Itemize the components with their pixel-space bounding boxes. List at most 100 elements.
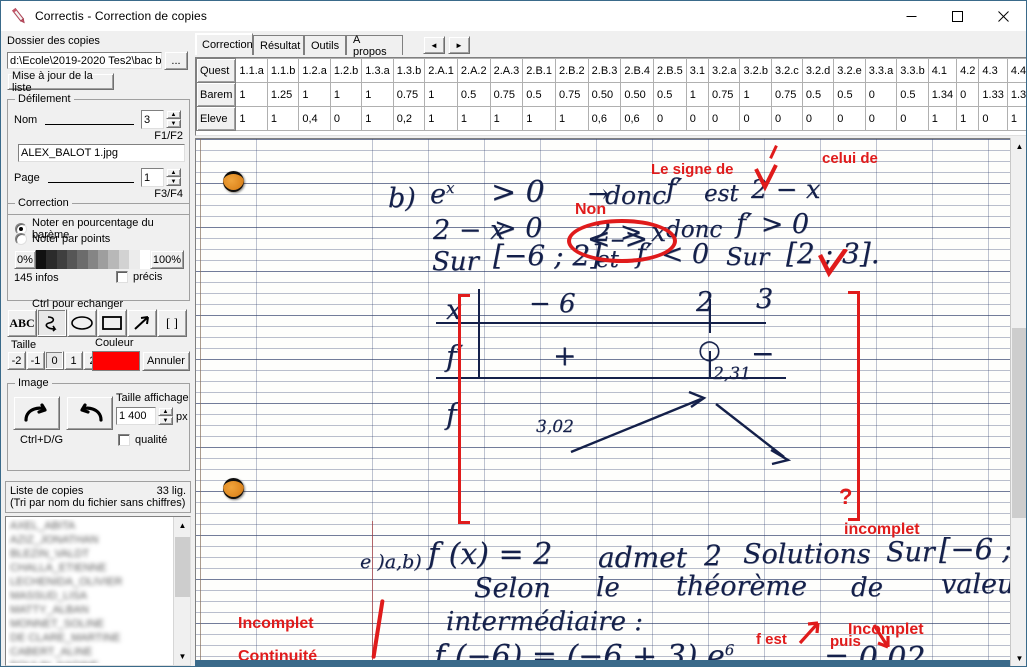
copies-list-item[interactable]: MASSUD_LISA bbox=[8, 589, 172, 603]
grid-cell[interactable]: 0 bbox=[896, 106, 929, 131]
image-scroll-thumb[interactable] bbox=[1012, 328, 1026, 518]
page-spin-up[interactable]: ▲ bbox=[166, 168, 181, 177]
copies-list-item[interactable]: MONNET_SOLINE bbox=[8, 617, 172, 631]
tab-next-button[interactable]: ► bbox=[448, 36, 470, 54]
cancel-button[interactable]: Annuler bbox=[142, 351, 190, 371]
grid-cell[interactable]: 3.2.c bbox=[770, 58, 803, 83]
grid-cell[interactable]: 1.1.b bbox=[266, 58, 300, 83]
gradient-steps[interactable] bbox=[35, 250, 150, 269]
tab-correction[interactable]: Correction bbox=[195, 33, 253, 55]
grid-cell[interactable]: 3.2.e bbox=[833, 58, 866, 83]
name-spin-down[interactable]: ▼ bbox=[166, 119, 181, 128]
copies-list-item[interactable]: CHALLA_ETIENNE bbox=[8, 561, 172, 575]
grid-cell[interactable]: 3.2.b bbox=[739, 58, 772, 83]
grid-cell[interactable]: 1 bbox=[456, 106, 491, 131]
size-1-button[interactable]: 1 bbox=[64, 351, 83, 370]
grid-cell[interactable]: 0.5 bbox=[833, 82, 866, 107]
grid-row-header[interactable]: Quest bbox=[196, 58, 237, 83]
grid-row-bareme[interactable]: Barem 1 1.25 1 1 1 0.75 1 0.5 0.75 0.5 0.75 0.50 0.50… bbox=[196, 82, 1026, 107]
copies-list-item[interactable]: CABERT_ALINE bbox=[8, 645, 172, 659]
grid-cell[interactable]: 1 bbox=[235, 106, 268, 131]
image-scroll-down[interactable]: ▼ bbox=[1011, 650, 1026, 666]
arrow-tool-button[interactable] bbox=[127, 309, 157, 337]
grid-cell[interactable]: 1.2.b bbox=[329, 58, 363, 83]
precis-checkbox[interactable]: précis bbox=[116, 271, 162, 283]
display-size-input[interactable]: 1 400 bbox=[116, 407, 156, 425]
name-index-input[interactable]: 3 bbox=[141, 110, 164, 129]
image-scrollbar[interactable]: ▲ ▼ bbox=[1010, 138, 1026, 666]
grid-cell[interactable]: 1.34 bbox=[927, 82, 958, 107]
name-spinner[interactable]: ▲ ▼ bbox=[166, 110, 181, 128]
tab-resultat[interactable]: Résultat bbox=[253, 35, 304, 55]
copies-list-scroll-down[interactable]: ▼ bbox=[174, 648, 190, 665]
grid-cell[interactable]: 1 bbox=[424, 82, 458, 107]
grid-cell[interactable]: 0.75 bbox=[489, 82, 524, 107]
size-minus1-button[interactable]: -1 bbox=[26, 351, 45, 370]
page-spin-down[interactable]: ▼ bbox=[166, 177, 181, 186]
copies-list-item[interactable]: AXEL_ABITA bbox=[8, 519, 172, 533]
refresh-list-button[interactable]: Mise à jour de la liste bbox=[7, 70, 114, 94]
grid-cell[interactable]: 0.75 bbox=[770, 82, 803, 107]
grid-cell[interactable]: 1 bbox=[739, 82, 772, 107]
rotate-right-button[interactable] bbox=[13, 396, 60, 430]
scoring-grid-table[interactable]: Quest 1.1.a 1.1.b 1.2.a 1.2.b 1.3.a 1.3.b 2.A.1… bbox=[196, 58, 1026, 131]
copies-list-item[interactable]: DE CLARE_MARTINE bbox=[8, 631, 172, 645]
grid-cell[interactable]: 0.75 bbox=[708, 82, 741, 107]
grid-cell[interactable]: 2.B.1 bbox=[522, 58, 556, 83]
tab-apropos[interactable]: A propos bbox=[346, 34, 403, 58]
radio-points[interactable]: Noter par points bbox=[15, 233, 110, 245]
text-tool-button[interactable]: ABC bbox=[7, 309, 37, 337]
close-button[interactable] bbox=[980, 1, 1026, 31]
bracket-tool-button[interactable]: [ ] bbox=[157, 309, 187, 337]
tab-outils[interactable]: Outils bbox=[304, 35, 346, 55]
color-swatch[interactable] bbox=[92, 351, 140, 371]
grid-cell[interactable]: 0.50 bbox=[587, 82, 622, 107]
grid-cell[interactable]: 0 bbox=[801, 106, 835, 131]
grade-gradient-slider[interactable]: 0% 100% bbox=[14, 250, 184, 269]
grid-cell[interactable]: 3.2.a bbox=[708, 58, 741, 83]
grid-cell[interactable]: 0 bbox=[329, 106, 363, 131]
grid-cell[interactable]: 0 bbox=[864, 106, 898, 131]
size-0-button[interactable]: 0 bbox=[45, 351, 64, 370]
copies-list-scrollbar[interactable]: ▲ ▼ bbox=[173, 517, 190, 665]
browse-folder-button[interactable]: ... bbox=[164, 51, 188, 70]
grid-cell[interactable]: 1.3.b bbox=[392, 58, 426, 83]
grid-cell[interactable]: 2.B.4 bbox=[620, 58, 655, 83]
grid-cell[interactable]: 1 bbox=[489, 106, 524, 131]
grid-cell[interactable]: 1.25 bbox=[266, 82, 300, 107]
grid-row-question[interactable]: Quest 1.1.a 1.1.b 1.2.a 1.2.b 1.3.a 1.3.b 2.A.1… bbox=[196, 58, 1026, 83]
grid-row-eleve[interactable]: Eleve 1 1 0,4 0 1 0,2 1 1 1 1 1 0,6 0,6 0 0 0 0 0 0 0 0 0 1 1 0 1 bbox=[196, 106, 1026, 131]
grid-cell[interactable]: 2.A.3 bbox=[489, 58, 524, 83]
grid-cell[interactable]: 1.3 bbox=[1006, 82, 1026, 107]
grid-cell[interactable]: 1 bbox=[298, 82, 331, 107]
grid-cell[interactable]: 2.B.2 bbox=[554, 58, 589, 83]
display-size-spin-down[interactable]: ▼ bbox=[158, 416, 173, 425]
freehand-tool-button[interactable] bbox=[37, 309, 67, 337]
copies-list-item[interactable]: LECHENIDA_OLIVIER bbox=[8, 575, 172, 589]
grid-cell[interactable]: 0 bbox=[685, 106, 710, 131]
ellipse-tool-button[interactable] bbox=[67, 309, 97, 337]
grid-cell[interactable]: 0.75 bbox=[554, 82, 589, 107]
grid-cell[interactable]: 0.5 bbox=[522, 82, 556, 107]
grid-cell[interactable]: 1.1.a bbox=[235, 58, 268, 83]
grid-cell[interactable]: 2.B.3 bbox=[587, 58, 622, 83]
grid-cell[interactable]: 0.5 bbox=[456, 82, 491, 107]
grid-cell[interactable]: 1 bbox=[424, 106, 458, 131]
grid-cell[interactable]: 3.2.d bbox=[801, 58, 835, 83]
grid-cell[interactable]: 0 bbox=[708, 106, 741, 131]
grid-cell[interactable]: 0.5 bbox=[896, 82, 929, 107]
grid-cell[interactable]: 0.50 bbox=[620, 82, 655, 107]
scanned-copy-viewer[interactable]: b) ex > 0 2 − x > 0 Sur [−6 ; 2] → donc … bbox=[195, 138, 1026, 666]
grid-cell[interactable]: 1.3.a bbox=[361, 58, 394, 83]
page-spinner[interactable]: ▲ ▼ bbox=[166, 168, 181, 186]
rotate-left-button[interactable] bbox=[66, 396, 113, 430]
size-minus2-button[interactable]: -2 bbox=[7, 351, 26, 370]
grid-cell[interactable]: 1.33 bbox=[978, 82, 1008, 107]
folder-path-input[interactable]: d:\Ecole\2019-2020 Tes2\bac b bbox=[7, 52, 162, 69]
grid-cell[interactable]: 1 bbox=[522, 106, 556, 131]
grid-cell[interactable]: 4.2 bbox=[956, 58, 980, 83]
grid-cell[interactable]: 3.1 bbox=[685, 58, 710, 83]
grid-cell[interactable]: 0,6 bbox=[620, 106, 655, 131]
current-file-input[interactable]: ALEX_BALOT 1.jpg bbox=[18, 144, 185, 162]
grid-cell[interactable]: 0 bbox=[653, 106, 687, 131]
